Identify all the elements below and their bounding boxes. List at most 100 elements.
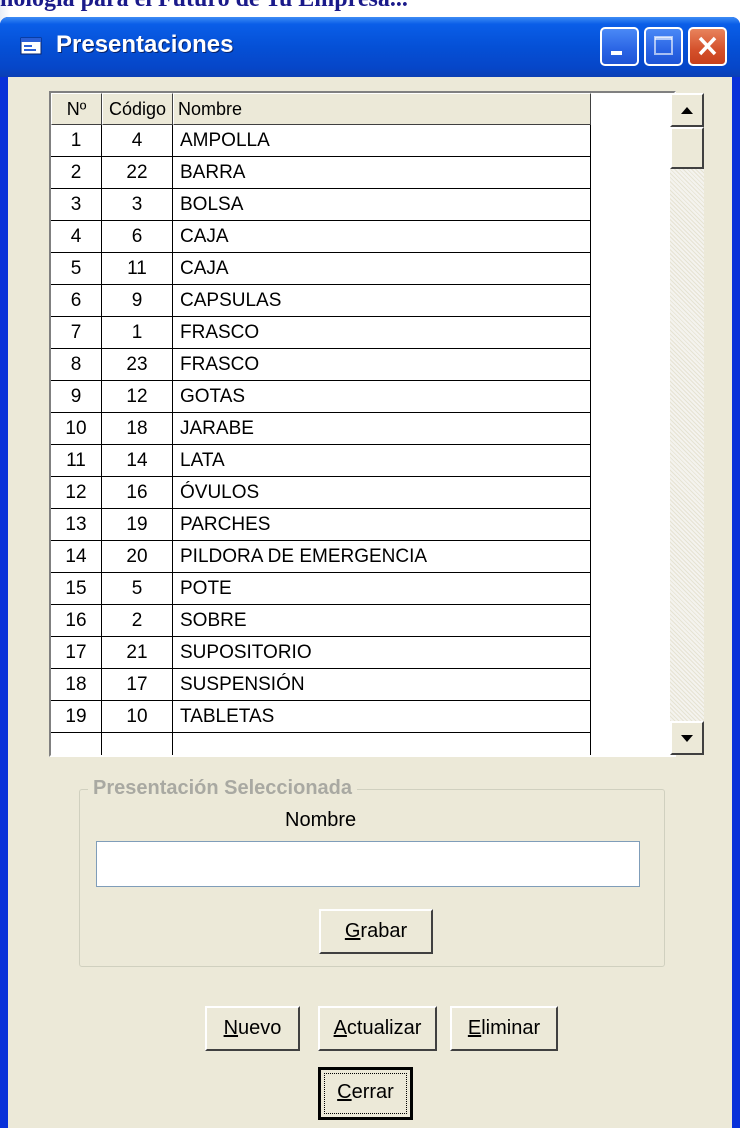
cell-nombre[interactable]: CAPSULAS [173, 285, 591, 317]
cell-nombre[interactable]: SOBRE [173, 605, 591, 637]
cell-numero[interactable]: 4 [51, 221, 102, 253]
cell-codigo[interactable]: 21 [102, 637, 173, 669]
cell-codigo[interactable]: 17 [102, 669, 173, 701]
cell-numero[interactable]: 10 [51, 413, 102, 445]
nombre-input[interactable] [96, 841, 640, 887]
cell-numero[interactable]: 8 [51, 349, 102, 381]
column-header-nombre[interactable]: Nombre [173, 93, 591, 125]
table-row[interactable]: 6 9 CAPSULAS [51, 285, 591, 317]
cell-codigo[interactable]: 1 [102, 317, 173, 349]
table-row[interactable]: 15 5 POTE [51, 573, 591, 605]
cell-codigo[interactable]: 2 [102, 605, 173, 637]
cell-codigo[interactable]: 16 [102, 477, 173, 509]
cell-nombre[interactable]: TABLETAS [173, 701, 591, 733]
cell-nombre[interactable]: CAJA [173, 253, 591, 285]
table-row[interactable]: 13 19 PARCHES [51, 509, 591, 541]
cell-codigo[interactable]: 20 [102, 541, 173, 573]
cell-nombre[interactable]: POTE [173, 573, 591, 605]
cerrar-button[interactable]: Cerrar [318, 1067, 413, 1120]
table-row[interactable]: 19 10 TABLETAS [51, 701, 591, 733]
scroll-track[interactable] [670, 127, 704, 721]
cell-codigo[interactable]: 19 [102, 509, 173, 541]
table-row[interactable]: 8 23 FRASCO [51, 349, 591, 381]
maximize-button[interactable] [644, 27, 683, 66]
scroll-up-button[interactable] [670, 93, 704, 127]
table-row[interactable]: 7 1 FRASCO [51, 317, 591, 349]
table-row[interactable]: 18 17 SUSPENSIÓN [51, 669, 591, 701]
grid-body: 1 4 AMPOLLA 2 22 BARRA 3 3 BOLSA 4 6 CAJA 5 11 CAJA 6 9 C… [51, 125, 591, 755]
actualizar-button[interactable]: Actualizar [318, 1006, 437, 1051]
cell-numero[interactable]: 11 [51, 445, 102, 477]
scroll-thumb[interactable] [670, 127, 704, 169]
minimize-button[interactable] [600, 27, 639, 66]
table-row[interactable]: 14 20 PILDORA DE EMERGENCIA [51, 541, 591, 573]
table-row[interactable]: 2 22 BARRA [51, 157, 591, 189]
column-header-codigo[interactable]: Código [102, 93, 173, 125]
cell-numero[interactable]: 18 [51, 669, 102, 701]
table-row[interactable]: 4 6 CAJA [51, 221, 591, 253]
cell-nombre[interactable]: FRASCO [173, 349, 591, 381]
cell-nombre[interactable]: ÓVULOS [173, 477, 591, 509]
cell-numero[interactable]: 15 [51, 573, 102, 605]
window-client-area: Nº Código Nombre 1 4 AMPOLLA 2 22 BARRA 3 3 BOLS… [8, 77, 732, 1128]
cell-codigo[interactable]: 12 [102, 381, 173, 413]
group-legend: Presentación Seleccionada [88, 777, 358, 800]
cell-numero[interactable]: 12 [51, 477, 102, 509]
table-row[interactable]: 11 14 LATA [51, 445, 591, 477]
cell-numero[interactable]: 13 [51, 509, 102, 541]
cell-codigo[interactable]: 5 [102, 573, 173, 605]
cell-numero[interactable]: 17 [51, 637, 102, 669]
cell-nombre[interactable]: CAJA [173, 221, 591, 253]
cell-nombre[interactable]: SUSPENSIÓN [173, 669, 591, 701]
cell-codigo[interactable]: 18 [102, 413, 173, 445]
cell-nombre[interactable]: SUPOSITORIO [173, 637, 591, 669]
cell-nombre[interactable]: AMPOLLA [173, 125, 591, 157]
cell-nombre[interactable]: BOLSA [173, 189, 591, 221]
grid-vertical-scrollbar[interactable] [670, 93, 704, 755]
presentaciones-grid[interactable]: Nº Código Nombre 1 4 AMPOLLA 2 22 BARRA 3 3 BOLS… [49, 91, 676, 757]
cell-nombre[interactable]: PILDORA DE EMERGENCIA [173, 541, 591, 573]
cell-empty [51, 733, 102, 755]
cell-codigo[interactable]: 22 [102, 157, 173, 189]
cell-numero[interactable]: 3 [51, 189, 102, 221]
table-row[interactable]: 9 12 GOTAS [51, 381, 591, 413]
grid-header: Nº Código Nombre [51, 93, 591, 125]
cell-codigo[interactable]: 3 [102, 189, 173, 221]
cell-numero[interactable]: 14 [51, 541, 102, 573]
cell-nombre[interactable]: BARRA [173, 157, 591, 189]
grabar-button[interactable]: Grabar [319, 909, 433, 954]
table-row[interactable]: 17 21 SUPOSITORIO [51, 637, 591, 669]
cell-nombre[interactable]: FRASCO [173, 317, 591, 349]
cell-codigo[interactable]: 23 [102, 349, 173, 381]
cell-numero[interactable]: 2 [51, 157, 102, 189]
table-row[interactable]: 3 3 BOLSA [51, 189, 591, 221]
cell-codigo[interactable]: 10 [102, 701, 173, 733]
close-button[interactable] [688, 27, 727, 66]
cell-numero[interactable]: 7 [51, 317, 102, 349]
cell-codigo[interactable]: 4 [102, 125, 173, 157]
cell-nombre[interactable]: PARCHES [173, 509, 591, 541]
nuevo-button[interactable]: Nuevo [205, 1006, 300, 1051]
cell-numero[interactable]: 19 [51, 701, 102, 733]
title-bar[interactable]: Presentaciones [0, 17, 740, 77]
eliminar-button[interactable]: Eliminar [450, 1006, 558, 1051]
cell-numero[interactable]: 16 [51, 605, 102, 637]
column-header-numero[interactable]: Nº [51, 93, 102, 125]
table-row[interactable]: 1 4 AMPOLLA [51, 125, 591, 157]
table-row[interactable]: 10 18 JARABE [51, 413, 591, 445]
cell-numero[interactable]: 6 [51, 285, 102, 317]
cell-codigo[interactable]: 14 [102, 445, 173, 477]
cell-nombre[interactable]: LATA [173, 445, 591, 477]
table-row[interactable]: 5 11 CAJA [51, 253, 591, 285]
cell-codigo[interactable]: 9 [102, 285, 173, 317]
scroll-down-button[interactable] [670, 721, 704, 755]
cell-codigo[interactable]: 11 [102, 253, 173, 285]
table-row[interactable]: 16 2 SOBRE [51, 605, 591, 637]
cell-codigo[interactable]: 6 [102, 221, 173, 253]
cell-nombre[interactable]: JARABE [173, 413, 591, 445]
cell-nombre[interactable]: GOTAS [173, 381, 591, 413]
table-row[interactable]: 12 16 ÓVULOS [51, 477, 591, 509]
cell-numero[interactable]: 5 [51, 253, 102, 285]
cell-numero[interactable]: 1 [51, 125, 102, 157]
cell-numero[interactable]: 9 [51, 381, 102, 413]
